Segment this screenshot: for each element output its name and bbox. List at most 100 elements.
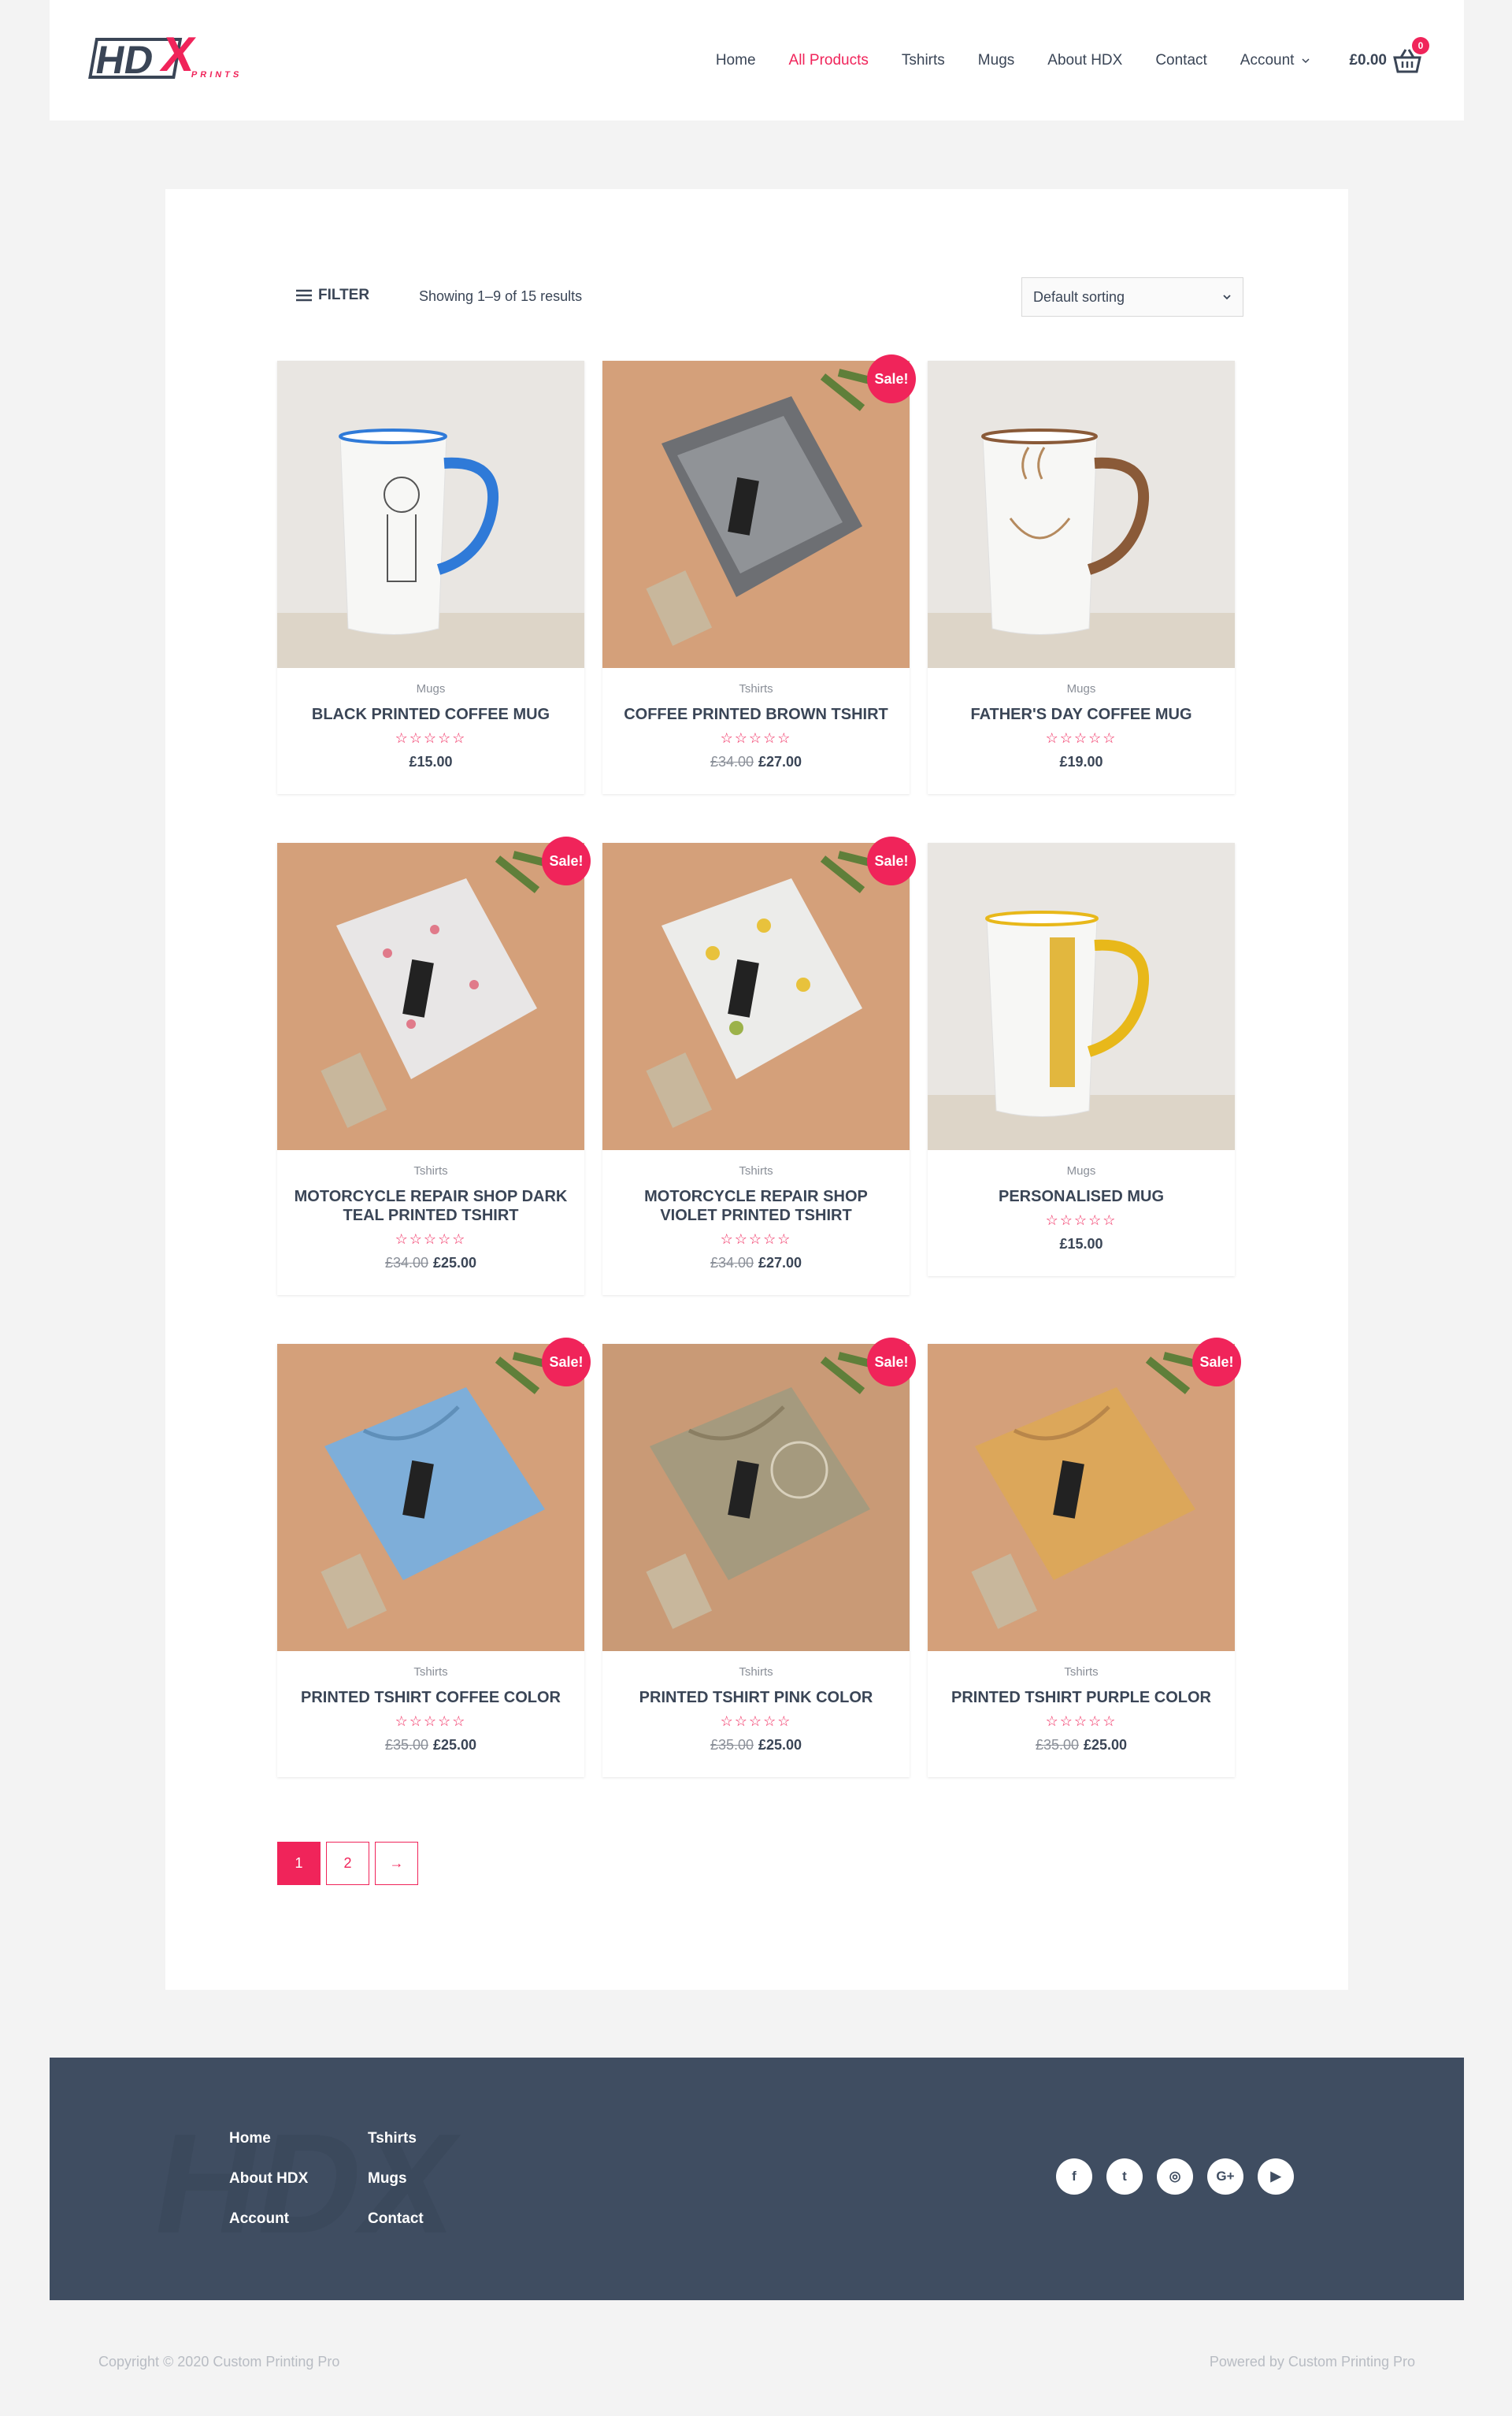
nav-home[interactable]: Home bbox=[716, 52, 756, 69]
product-title[interactable]: FATHER'S DAY COFFEE MUG bbox=[943, 705, 1219, 724]
product-image[interactable] bbox=[277, 843, 584, 1150]
product-title[interactable]: PRINTED TSHIRT PINK COLOR bbox=[618, 1688, 894, 1707]
powered-by-text: Powered by Custom Printing Pro bbox=[1209, 2354, 1415, 2370]
product-price-old: £35.00 bbox=[1035, 1737, 1079, 1753]
product-title[interactable]: MOTORCYCLE REPAIR SHOP DARK TEAL PRINTED… bbox=[293, 1187, 569, 1225]
sale-badge: Sale! bbox=[867, 1338, 916, 1386]
nav-account[interactable]: Account bbox=[1240, 52, 1312, 69]
result-count: Showing 1–9 of 15 results bbox=[419, 288, 583, 304]
instagram-icon[interactable]: ◎ bbox=[1157, 2158, 1193, 2195]
product-category[interactable]: Tshirts bbox=[618, 1665, 894, 1679]
product-card[interactable]: Sale! Tshirts COFFEE PRINTED BROWN TSHIR… bbox=[602, 354, 916, 794]
product-title[interactable]: MOTORCYCLE REPAIR SHOP VIOLET PRINTED TS… bbox=[618, 1187, 894, 1225]
product-category[interactable]: Tshirts bbox=[618, 1164, 894, 1178]
filter-button[interactable]: FILTER bbox=[296, 287, 369, 304]
chevron-down-icon bbox=[1223, 295, 1231, 300]
product-category[interactable]: Tshirts bbox=[943, 1665, 1219, 1679]
star-rating: ☆☆☆☆☆ bbox=[720, 1713, 792, 1729]
product-info: Tshirts PRINTED TSHIRT PURPLE COLOR ☆☆☆☆… bbox=[928, 1651, 1235, 1777]
product-price: £15.00 bbox=[293, 754, 569, 770]
nav-about[interactable]: About HDX bbox=[1047, 52, 1122, 69]
cart-count-badge: 0 bbox=[1412, 36, 1429, 54]
social-links: f t ◎ G+ ▶ bbox=[1042, 2158, 1294, 2195]
product-category[interactable]: Mugs bbox=[943, 1164, 1219, 1178]
nav-all-products[interactable]: All Products bbox=[789, 52, 869, 69]
product-price: £15.00 bbox=[943, 1236, 1219, 1253]
product-card[interactable]: Mugs PERSONALISED MUG ☆☆☆☆☆ £15.00 bbox=[928, 843, 1235, 1276]
product-title[interactable]: PRINTED TSHIRT COFFEE COLOR bbox=[293, 1688, 569, 1707]
product-image[interactable] bbox=[277, 361, 584, 668]
product-price: £35.00 £25.00 bbox=[943, 1737, 1219, 1754]
site-footer: HDX Home About HDX Account Tshirts Mugs … bbox=[50, 2058, 1464, 2300]
product-image[interactable] bbox=[928, 843, 1235, 1150]
product-card[interactable]: Sale! Tshirts MOTORCYCLE REPAIR SHOP VIO… bbox=[602, 837, 916, 1295]
cart-button[interactable]: £0.00 0 bbox=[1349, 36, 1429, 73]
product-image[interactable] bbox=[602, 843, 910, 1150]
product-title[interactable]: PRINTED TSHIRT PURPLE COLOR bbox=[943, 1688, 1219, 1707]
footer-link-contact[interactable]: Contact bbox=[368, 2210, 424, 2227]
google-plus-icon[interactable]: G+ bbox=[1207, 2158, 1243, 2195]
footer-bottom-bar: Copyright © 2020 Custom Printing Pro Pow… bbox=[50, 2300, 1464, 2416]
product-card[interactable]: Sale! Tshirts PRINTED TSHIRT COFFEE COLO… bbox=[277, 1338, 591, 1777]
twitter-icon[interactable]: t bbox=[1106, 2158, 1143, 2195]
product-title[interactable]: PERSONALISED MUG bbox=[943, 1187, 1219, 1206]
facebook-icon[interactable]: f bbox=[1056, 2158, 1092, 2195]
star-rating: ☆☆☆☆☆ bbox=[395, 1231, 467, 1247]
product-image[interactable] bbox=[928, 1344, 1235, 1651]
product-price: £34.00 £25.00 bbox=[293, 1255, 569, 1271]
nav-contact[interactable]: Contact bbox=[1155, 52, 1206, 69]
product-card[interactable]: Sale! Tshirts PRINTED TSHIRT PURPLE COLO… bbox=[928, 1338, 1241, 1777]
sale-badge: Sale! bbox=[867, 837, 916, 885]
product-title[interactable]: BLACK PRINTED COFFEE MUG bbox=[293, 705, 569, 724]
product-price-current: £25.00 bbox=[433, 1255, 477, 1271]
page-1[interactable]: 1 bbox=[277, 1842, 321, 1885]
sale-badge: Sale! bbox=[867, 354, 916, 403]
product-category[interactable]: Tshirts bbox=[293, 1164, 569, 1178]
nav-account-label: Account bbox=[1240, 51, 1295, 69]
product-category[interactable]: Tshirts bbox=[618, 682, 894, 696]
star-rating: ☆☆☆☆☆ bbox=[1045, 1713, 1117, 1729]
product-info: Tshirts MOTORCYCLE REPAIR SHOP DARK TEAL… bbox=[277, 1150, 584, 1295]
nav-mugs[interactable]: Mugs bbox=[978, 52, 1014, 69]
product-image[interactable] bbox=[602, 1344, 910, 1651]
product-info: Tshirts PRINTED TSHIRT COFFEE COLOR ☆☆☆☆… bbox=[277, 1651, 584, 1777]
filter-label: FILTER bbox=[318, 287, 370, 303]
product-price-current: £27.00 bbox=[758, 754, 802, 770]
product-title[interactable]: COFFEE PRINTED BROWN TSHIRT bbox=[618, 705, 894, 724]
shop-toolbar: FILTER Showing 1–9 of 15 results Default… bbox=[296, 276, 1269, 320]
product-image[interactable] bbox=[928, 361, 1235, 668]
footer-link-home[interactable]: Home bbox=[229, 2130, 308, 2147]
product-price: £35.00 £25.00 bbox=[618, 1737, 894, 1754]
product-price-current: £19.00 bbox=[1059, 754, 1103, 770]
footer-link-tshirts[interactable]: Tshirts bbox=[368, 2130, 424, 2147]
product-card[interactable]: Sale! Tshirts PRINTED TSHIRT PINK COLOR … bbox=[602, 1338, 916, 1777]
product-price-current: £25.00 bbox=[1084, 1737, 1128, 1753]
page-2[interactable]: 2 bbox=[326, 1842, 369, 1885]
product-price-old: £34.00 bbox=[384, 1255, 428, 1271]
youtube-icon[interactable]: ▶ bbox=[1258, 2158, 1294, 2195]
product-card[interactable]: Mugs FATHER'S DAY COFFEE MUG ☆☆☆☆☆ £19.0… bbox=[928, 361, 1235, 794]
product-info: Tshirts MOTORCYCLE REPAIR SHOP VIOLET PR… bbox=[602, 1150, 910, 1295]
sort-selected: Default sorting bbox=[1033, 288, 1125, 305]
product-info: Mugs BLACK PRINTED COFFEE MUG ☆☆☆☆☆ £15.… bbox=[277, 668, 584, 794]
footer-link-mugs[interactable]: Mugs bbox=[368, 2170, 424, 2187]
sort-select[interactable]: Default sorting bbox=[1021, 277, 1243, 317]
product-card[interactable]: Sale! Tshirts MOTORCYCLE REPAIR SHOP DAR… bbox=[277, 837, 591, 1295]
product-card[interactable]: Mugs BLACK PRINTED COFFEE MUG ☆☆☆☆☆ £15.… bbox=[277, 361, 584, 794]
product-category[interactable]: Mugs bbox=[943, 682, 1219, 696]
product-image[interactable] bbox=[602, 361, 910, 668]
product-category[interactable]: Tshirts bbox=[293, 1665, 569, 1679]
next-page-button[interactable]: → bbox=[375, 1842, 418, 1885]
sale-badge: Sale! bbox=[1192, 1338, 1241, 1386]
product-image[interactable] bbox=[277, 1344, 584, 1651]
footer-link-about[interactable]: About HDX bbox=[229, 2170, 308, 2187]
product-price: £19.00 bbox=[943, 754, 1219, 770]
hdx-prints-logo[interactable]: HD X PRINTS bbox=[81, 30, 278, 93]
nav-tshirts[interactable]: Tshirts bbox=[902, 52, 945, 69]
footer-menu-col-1: Home About HDX Account bbox=[229, 2130, 308, 2251]
menu-icon bbox=[296, 289, 312, 302]
product-info: Tshirts PRINTED TSHIRT PINK COLOR ☆☆☆☆☆ … bbox=[602, 1651, 910, 1777]
footer-link-account[interactable]: Account bbox=[229, 2210, 308, 2227]
star-rating: ☆☆☆☆☆ bbox=[1045, 1212, 1117, 1228]
product-category[interactable]: Mugs bbox=[293, 682, 569, 696]
